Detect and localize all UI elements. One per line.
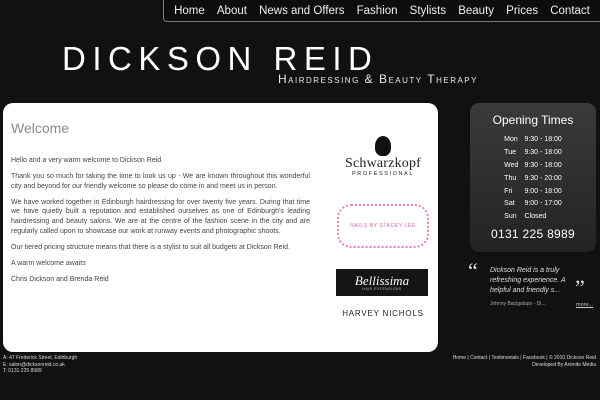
copyright: © 2010 Dickson Reid [548,355,596,361]
hours-row: Tue 9:30 - 18:00 [501,146,565,159]
footer-link-contact[interactable]: Contact [470,355,487,361]
paragraph: We have worked together in Edinburgh hai… [11,198,310,235]
hours-row: Thu 9:30 - 20:00 [501,172,565,185]
opening-times-box: Opening Times Mon 9:30 - 18:00 Tue 9:30 - … [470,103,596,252]
day-label: Thu [504,174,517,182]
time-value: 9:30 - 18:00 [524,135,562,143]
open-quote-icon: “ [468,258,478,283]
schwarzkopf-logo[interactable]: Schwarzkopf PROFESSIONAL [337,136,429,177]
testimonial: “ Dickson Reid is a truly refreshing exp… [468,260,598,315]
hours-row: Fri 9:00 - 18:00 [501,185,565,198]
main-nav: Home About News and Offers Fashion Styli… [163,0,600,22]
day-label: Sat [504,200,515,208]
page-title: Welcome [11,120,70,136]
time-value: 9:30 - 20:00 [524,174,562,182]
schwarzkopf-head-icon [375,136,391,156]
nav-news-and-offers[interactable]: News and Offers [259,5,344,17]
testimonial-text: Dickson Reid is a truly refreshing exper… [490,267,566,294]
close-quote-icon: ” [575,275,585,300]
time-value: 9:30 - 18:00 [524,161,562,169]
nails-by-stacey-lee-logo[interactable]: NAILS BY STACEY-LEE [337,204,429,248]
nav-fashion[interactable]: Fashion [357,5,398,17]
paragraph: Our tiered pricing structure means that … [11,243,290,251]
schwarzkopf-sub: PROFESSIONAL [352,171,414,177]
phone-number: 0131 225 8989 [491,227,575,242]
welcome-text: Hello and a very warm welcome to Dickson… [11,156,310,291]
hours-row: Sun Closed [501,210,565,223]
nav-home[interactable]: Home [174,5,205,17]
footer-phone: T: 0131 225 8989 [3,368,42,374]
bellissima-logo[interactable]: Bellissima HAIR EXTENSIONS [336,269,428,296]
nav-contact[interactable]: Contact [550,5,590,17]
footer-links-row: Home | Contact | Testimonials | Facebook… [452,355,596,361]
nav-prices[interactable]: Prices [506,5,538,17]
day-label: Wed [504,161,519,169]
site-logo-title[interactable]: DICKSON REID [62,42,492,75]
footer-link-facebook[interactable]: Facebook [523,355,545,361]
paragraph: Hello and a very warm welcome to Dickson… [11,157,162,164]
day-label: Sun [504,213,517,221]
bellissima-name: Bellissima [354,273,410,288]
paragraph: Chris Dickson and Brenda Reid [11,275,109,283]
testimonial-author: Johnny Bacigalupo - Di... [490,301,546,307]
content-panel: Welcome Hello and a very warm welcome to… [3,103,438,352]
time-value: 9:00 - 17:00 [524,200,562,208]
time-value: 9:30 - 18:00 [524,148,562,156]
nails-logo-text: NAILS BY STACEY-LEE [350,223,416,229]
hours-row: Wed 9:30 - 18:00 [501,159,565,172]
hours-row: Mon 9:30 - 18:00 [501,133,565,146]
footer-address: A: 47 Frederick Street, Edinburgh [3,355,78,361]
footer-contact: A: 47 Frederick Street, Edinburgh E: sal… [3,355,77,375]
opening-times-title: Opening Times [492,113,574,127]
developer-credit[interactable]: Developed By Animite Media [453,362,596,369]
opening-times-table: Mon 9:30 - 18:00 Tue 9:30 - 18:00 Wed 9:30 … [501,133,565,223]
schwarzkopf-name: Schwarzkopf [344,156,422,171]
nav-beauty[interactable]: Beauty [458,5,494,17]
time-value: 9:00 - 18:00 [524,187,562,195]
time-value: Closed [524,213,547,221]
nav-about[interactable]: About [217,5,247,17]
footer-links: Home | Contact | Testimonials | Facebook… [453,355,596,368]
day-label: Tue [504,148,516,156]
paragraph: A warm welcome awaits [11,259,86,267]
harvey-nichols-logo[interactable]: HARVEY NICHOLS [335,309,431,318]
footer-link-home[interactable]: Home [453,355,466,361]
bellissima-sub: HAIR EXTENSIONS [362,287,402,291]
brand-logos: Schwarzkopf PROFESSIONAL NAILS BY STACEY… [331,103,431,352]
day-label: Fri [504,187,513,195]
footer-link-testimonials[interactable]: Testimonials [491,355,519,361]
nav-stylists[interactable]: Stylists [410,5,446,17]
paragraph: Thank you so much for taking the time to… [11,173,310,190]
testimonial-more-link[interactable]: more... [576,302,593,308]
day-label: Mon [504,135,518,143]
site-logo-subtitle: Hairdressing & Beauty Therapy [278,72,478,86]
hours-row: Sat 9:00 - 17:00 [501,197,565,210]
